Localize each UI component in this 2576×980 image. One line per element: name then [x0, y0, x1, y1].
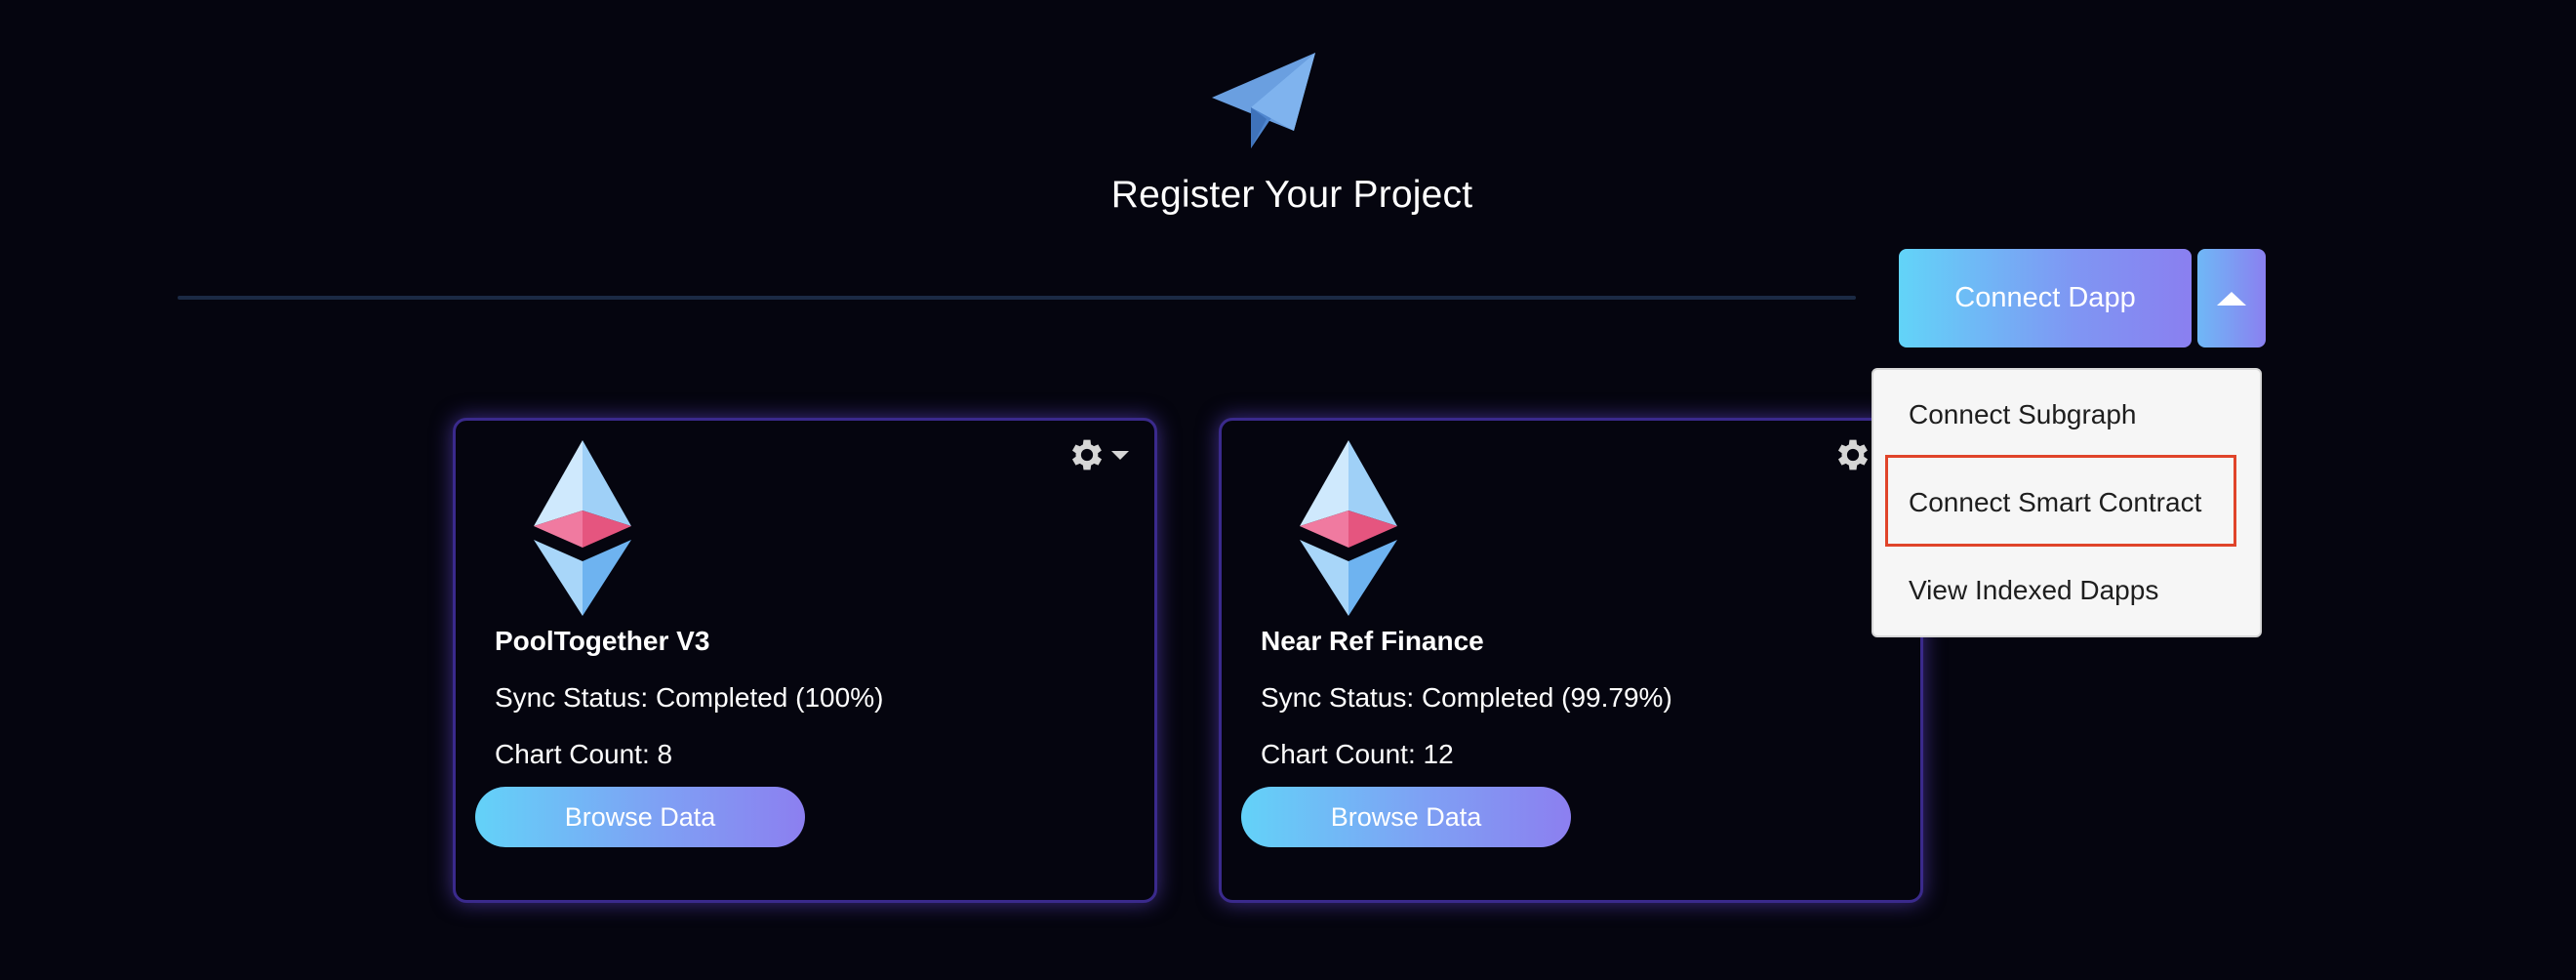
project-name: Near Ref Finance [1261, 626, 1484, 656]
browse-data-button[interactable]: Browse Data [475, 787, 805, 847]
divider [178, 296, 1856, 300]
gear-icon [1071, 439, 1103, 470]
browse-data-button[interactable]: Browse Data [1241, 787, 1571, 847]
ethereum-icon [1300, 440, 1397, 616]
connect-dapp-menu: Connect Subgraph Connect Smart Contract … [1872, 368, 2262, 637]
project-name: PoolTogether V3 [495, 626, 710, 656]
settings-menu-toggle[interactable] [1067, 434, 1129, 475]
menu-item-connect-subgraph[interactable]: Connect Subgraph [1909, 399, 2137, 430]
connect-dapp-dropdown-toggle[interactable] [2197, 249, 2266, 347]
ethereum-icon [534, 440, 631, 616]
menu-item-view-indexed-dapps[interactable]: View Indexed Dapps [1909, 575, 2158, 606]
paper-plane-icon [1212, 53, 1315, 148]
caret-up-icon [2217, 291, 2246, 306]
project-card: Near Ref Finance Sync Status: Completed … [1219, 418, 1923, 903]
sync-status: Sync Status: Completed (99.79%) [1261, 682, 1672, 713]
menu-item-connect-smart-contract[interactable]: Connect Smart Contract [1909, 487, 2201, 518]
project-card: PoolTogether V3 Sync Status: Completed (… [453, 418, 1157, 903]
caret-down-icon [1111, 450, 1129, 460]
gear-icon [1837, 439, 1869, 470]
page-title: Register Your Project [1110, 174, 1473, 216]
chart-count: Chart Count: 8 [495, 739, 673, 769]
connect-dapp-button[interactable]: Connect Dapp [1899, 249, 2192, 347]
chart-count: Chart Count: 12 [1261, 739, 1454, 769]
sync-status: Sync Status: Completed (100%) [495, 682, 884, 713]
page: Register Your Project Connect Dapp Conne… [0, 0, 2576, 980]
